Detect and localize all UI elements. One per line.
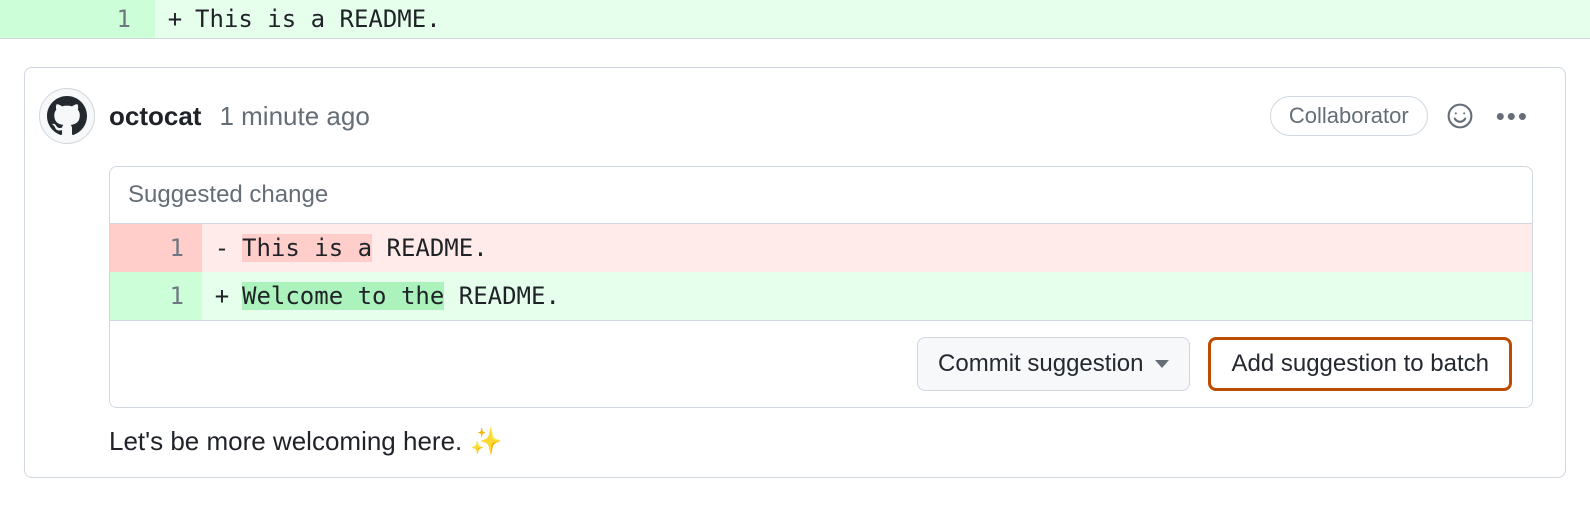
line-number: 1 (110, 224, 202, 272)
comment-text: Let's be more welcoming here. (109, 426, 462, 457)
diff-addition-row: 1 + Welcome to the README. (110, 272, 1532, 320)
diff-sign: - (202, 224, 242, 272)
diff-highlight-del: This is a (242, 234, 372, 262)
suggested-change-box: Suggested change 1 - This is a README. 1… (109, 166, 1533, 408)
diff-highlight-add: Welcome to the (242, 282, 444, 310)
comment-body: Let's be more welcoming here. ✨ (109, 426, 1533, 457)
diff-text: This is a README. (242, 224, 1532, 272)
add-suggestion-to-batch-button[interactable]: Add suggestion to batch (1208, 337, 1512, 391)
sparkles-emoji: ✨ (470, 426, 502, 457)
smiley-icon (1446, 102, 1474, 130)
suggested-change-title: Suggested change (110, 167, 1532, 224)
line-number: 1 (0, 0, 155, 38)
suggestion-actions: Commit suggestion Add suggestion to batc… (110, 320, 1532, 407)
octocat-icon (47, 96, 87, 136)
emoji-picker-button[interactable] (1442, 98, 1478, 134)
button-label: Commit suggestion (938, 350, 1143, 378)
comment-author[interactable]: octocat (109, 101, 201, 132)
kebab-icon: ••• (1496, 101, 1529, 132)
comment-timestamp[interactable]: 1 minute ago (219, 101, 369, 132)
diff-text: Welcome to the README. (242, 272, 1532, 320)
diff-sign: + (202, 272, 242, 320)
diff-sign: + (155, 0, 195, 38)
more-actions-button[interactable]: ••• (1492, 101, 1533, 132)
comment-header: octocat 1 minute ago Collaborator ••• (25, 68, 1565, 154)
review-comment: octocat 1 minute ago Collaborator ••• Su… (24, 67, 1566, 478)
diff-deletion-row: 1 - This is a README. (110, 224, 1532, 272)
context-diff-line: 1 + This is a README. (0, 0, 1590, 39)
commit-suggestion-button[interactable]: Commit suggestion (917, 337, 1190, 391)
line-number: 1 (110, 272, 202, 320)
avatar[interactable] (39, 88, 95, 144)
role-badge: Collaborator (1270, 96, 1428, 136)
button-label: Add suggestion to batch (1231, 350, 1489, 378)
caret-down-icon (1155, 360, 1169, 368)
diff-code: This is a README. (195, 0, 1590, 38)
